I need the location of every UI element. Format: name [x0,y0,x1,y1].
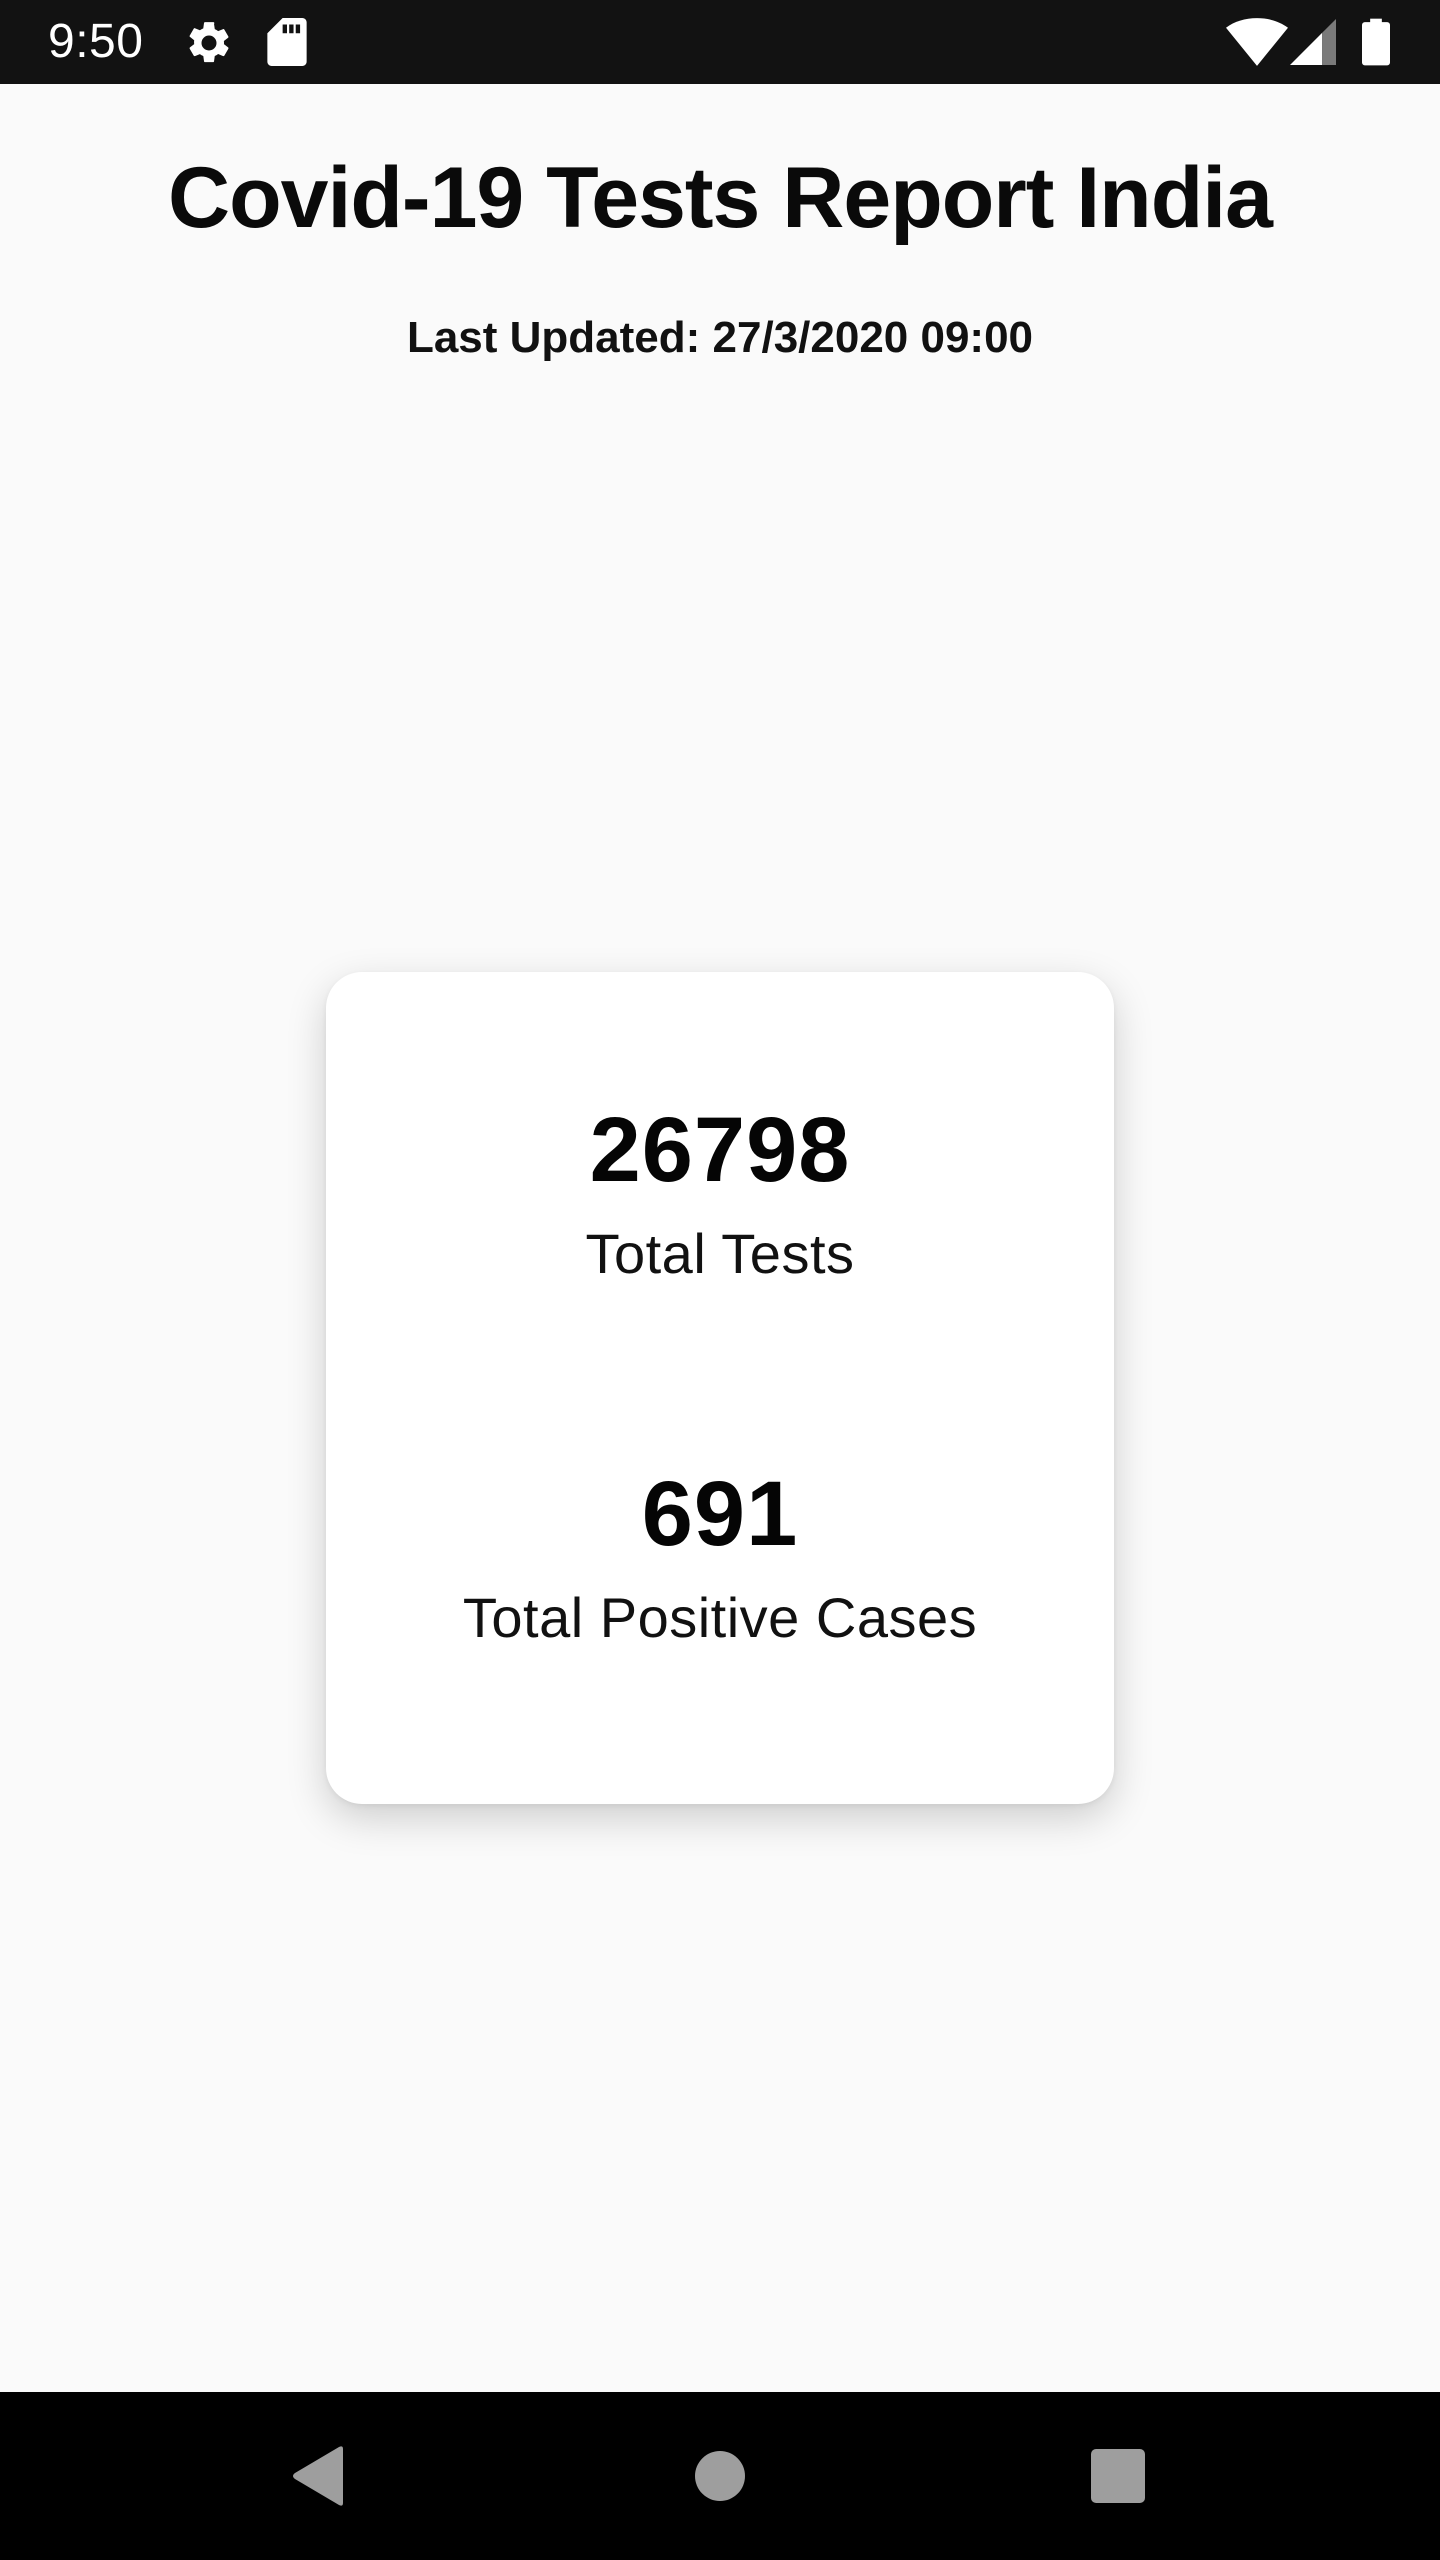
status-time: 9:50 [48,15,144,68]
total-positive-stat: 691 Total Positive Cases [326,1464,1114,1650]
back-button[interactable] [218,2392,418,2560]
app-screen: 9:50 Covid-19 Tests Report India Last Up… [0,0,1440,2560]
stats-card: 26798 Total Tests 691 Total Positive Cas… [326,972,1114,1804]
recents-icon [1091,2449,1145,2503]
total-tests-label: Total Tests [585,1222,855,1285]
recents-button[interactable] [1018,2392,1218,2560]
home-button[interactable] [620,2392,820,2560]
home-icon [695,2451,745,2501]
total-tests-value: 26798 [589,1099,851,1201]
back-icon [293,2446,343,2506]
total-positive-label: Total Positive Cases [462,1586,978,1649]
navigation-bar [0,2392,1440,2560]
sd-card-icon [267,18,307,66]
status-bar: 9:50 [0,0,1440,84]
total-tests-stat: 26798 Total Tests [326,1100,1114,1286]
last-updated-text: Last Updated: 27/3/2020 09:00 [406,313,1034,362]
total-positive-value: 691 [641,1463,799,1565]
battery-icon [1362,18,1390,66]
wifi-icon [1226,18,1288,66]
signal-icon [1290,19,1336,65]
page-title: Covid-19 Tests Report India [168,150,1273,246]
gear-icon [189,22,229,63]
